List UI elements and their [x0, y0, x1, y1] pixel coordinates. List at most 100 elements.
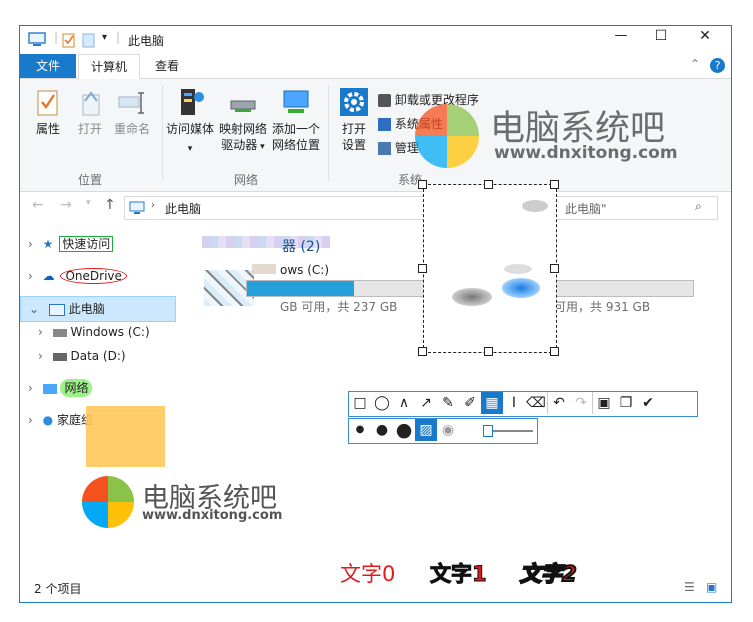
nav-item-windows-c[interactable]: › Windows (C:)	[38, 320, 174, 344]
text-tool-icon[interactable]: I	[503, 392, 525, 414]
brush-large-icon[interactable]: ●	[393, 419, 415, 441]
computer-icon	[28, 32, 46, 46]
minimize-button[interactable]: —	[606, 28, 636, 43]
redo-icon[interactable]: ↷	[570, 392, 592, 414]
collapse-ribbon-icon[interactable]: ⌃	[690, 57, 700, 71]
arrow-tool-icon[interactable]: ↗	[415, 392, 437, 414]
nav-item-quick-access[interactable]: › ★ 快速访问	[28, 232, 148, 256]
open-settings-button[interactable]: 打开 设置	[334, 87, 374, 153]
properties-icon	[37, 90, 58, 116]
blurred-region	[522, 200, 548, 212]
add-network-location-button[interactable]: 添加一个 网络位置	[270, 87, 322, 153]
title-bar: | ▾ | 此电脑 — ☐ ✕	[20, 26, 731, 54]
recent-dropdown-icon[interactable]: ▾	[86, 198, 91, 208]
resize-handle[interactable]	[550, 264, 559, 273]
resize-handle[interactable]	[484, 347, 493, 356]
properties-label: 属性	[35, 122, 60, 136]
this-pc-label: 此电脑	[68, 302, 105, 316]
drive-c-free: GB 可用，共 237 GB	[280, 300, 398, 314]
brush-small-icon[interactable]: ●	[349, 419, 371, 441]
resize-handle[interactable]	[418, 180, 427, 189]
ribbon-separator	[328, 85, 329, 181]
network-label: 网络	[60, 379, 93, 397]
tab-file[interactable]: 文件	[20, 54, 76, 78]
pen-tool-icon[interactable]: ✎	[437, 392, 459, 414]
onedrive-label: OneDrive	[60, 268, 127, 284]
nav-item-network[interactable]: › 网络	[28, 376, 148, 400]
map-drive-label-2: 驱动器	[221, 138, 258, 152]
help-icon[interactable]: ?	[710, 58, 725, 73]
star-icon: ★	[42, 237, 54, 251]
ellipse-tool-icon[interactable]: ◯	[371, 392, 393, 414]
blur-icon[interactable]: ◉	[437, 419, 459, 441]
mosaic-pattern-icon[interactable]: ▨	[415, 419, 437, 441]
watermark-logo-top	[410, 102, 484, 170]
homegroup-icon: ●	[42, 413, 54, 427]
forward-arrow-icon[interactable]: →	[60, 197, 72, 213]
tab-computer[interactable]: 计算机	[78, 54, 140, 79]
map-drive-label-1: 映射网络	[218, 122, 267, 136]
undo-icon[interactable]: ↶	[547, 392, 570, 414]
blurred-region	[452, 288, 492, 306]
resize-handle[interactable]	[550, 347, 559, 356]
network-drive-icon	[230, 100, 256, 112]
open-settings-label-1: 打开	[341, 122, 366, 136]
eraser-tool-icon[interactable]: ⌫	[525, 392, 547, 414]
search-placeholder: 此电脑"	[565, 202, 607, 216]
drive-c-name[interactable]: ows (C:)	[280, 263, 329, 277]
resize-handle[interactable]	[550, 180, 559, 189]
resize-handle[interactable]	[418, 347, 427, 356]
access-media-button[interactable]: 访问媒体 ▾	[164, 87, 216, 157]
tab-view[interactable]: 查看	[144, 54, 190, 78]
breadcrumb-this-pc[interactable]: 此电脑	[165, 200, 201, 217]
nav-item-onedrive[interactable]: › ☁ OneDrive	[28, 264, 148, 288]
open-button[interactable]: 打开	[70, 87, 110, 137]
add-location-label-2: 网络位置	[271, 138, 320, 152]
intensity-slider-thumb[interactable]	[483, 425, 493, 437]
nav-item-data-d[interactable]: › Data (D:)	[38, 344, 174, 368]
devices-group-header[interactable]: 器 (2)	[282, 236, 320, 256]
line-tool-icon[interactable]: ∧	[393, 392, 415, 414]
manage-icon	[378, 142, 391, 155]
rename-button[interactable]: 重命名	[110, 87, 154, 137]
nav-item-this-pc[interactable]: ⌄ 此电脑	[20, 296, 176, 322]
blurred-region	[504, 264, 532, 274]
system-properties-icon	[378, 118, 391, 131]
details-view-icon[interactable]: ☰	[684, 580, 695, 594]
pixelated-region	[252, 264, 276, 274]
save-icon[interactable]: ▣	[592, 392, 615, 414]
close-button[interactable]: ✕	[690, 28, 720, 44]
drive-c-progress	[246, 280, 426, 297]
rectangle-tool-icon[interactable]: □	[349, 392, 371, 414]
open-settings-label-2: 设置	[341, 138, 366, 152]
drive-d-progress	[554, 280, 694, 297]
blurred-region	[502, 278, 540, 298]
copy-icon[interactable]: ❐	[615, 392, 637, 414]
properties-button[interactable]: 属性	[28, 87, 68, 137]
brush-size-toolbar: ● ● ● ▨ ◉	[348, 418, 538, 444]
brush-medium-icon[interactable]: ●	[371, 419, 393, 441]
ribbon-tabs: 文件 计算机 查看 ⌃ ?	[20, 54, 731, 79]
rename-label: 重命名	[113, 122, 150, 136]
search-icon[interactable]: ⌕	[695, 199, 702, 214]
confirm-icon[interactable]: ✔	[637, 392, 659, 414]
marker-tool-icon[interactable]: ✐	[459, 392, 481, 414]
up-arrow-icon[interactable]: ↑	[104, 197, 116, 213]
properties-quick-icon[interactable]	[62, 32, 76, 48]
map-network-drive-button[interactable]: 映射网络 驱动器 ▾	[218, 87, 268, 155]
media-server-icon	[181, 89, 204, 115]
item-count: 2 个项目	[34, 582, 82, 596]
quick-access-dropdown-icon[interactable]: ▾	[102, 32, 107, 43]
mosaic-tool-icon[interactable]: ▦	[481, 392, 503, 414]
watermark-url-top: www.dnxitong.com	[494, 143, 678, 163]
resize-handle[interactable]	[484, 180, 493, 189]
large-icons-view-icon[interactable]: ▣	[706, 580, 717, 594]
back-arrow-icon[interactable]: ←	[32, 197, 44, 213]
resize-handle[interactable]	[418, 264, 427, 273]
maximize-button[interactable]: ☐	[646, 28, 676, 44]
settings-gear-icon	[340, 88, 368, 116]
text-annotation-0: 文字0	[340, 562, 396, 586]
window-title: 此电脑	[128, 34, 165, 48]
new-folder-quick-icon[interactable]	[82, 32, 96, 48]
network-icon	[42, 383, 57, 394]
